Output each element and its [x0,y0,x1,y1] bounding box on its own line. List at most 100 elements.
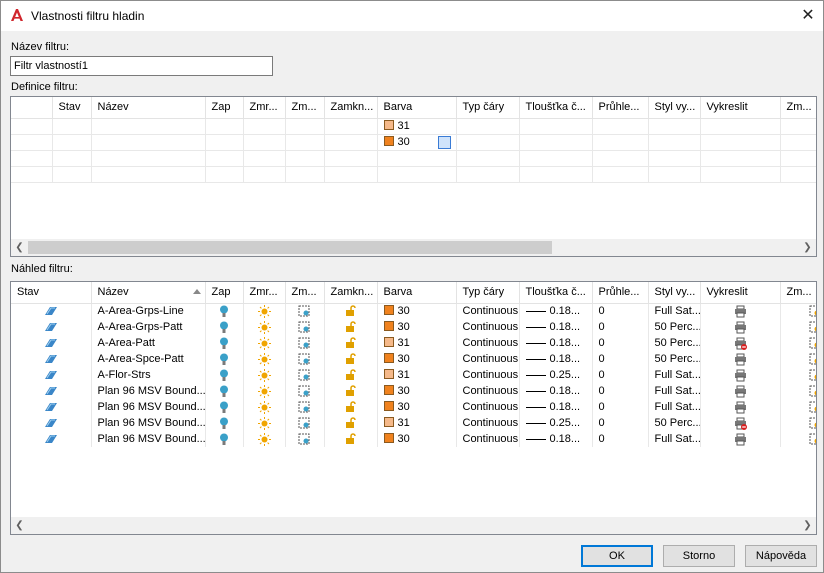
help-button[interactable]: Nápověda [745,545,817,567]
preview-horizontal-scrollbar[interactable]: ❮ ❯ [11,517,816,534]
unlocked-padlock-icon[interactable] [345,433,356,445]
filter-preview-grid[interactable]: Stav Název Zap Zmr... Zm... Zamkn... Barva Typ … [10,281,817,535]
layer-status-icon[interactable] [44,354,57,364]
icon-cell[interactable] [285,319,325,335]
layer-linetype[interactable]: Continuous [456,335,520,351]
sun-thaw-icon[interactable] [257,368,271,382]
icon-cell[interactable] [11,319,92,335]
layer-linetype[interactable]: Continuous [456,431,520,447]
definition-cell[interactable] [324,166,378,183]
definition-column-header[interactable] [11,97,53,119]
preview-column-header[interactable]: Stav [11,282,92,304]
definition-cell[interactable] [11,118,53,135]
layer-transparency[interactable]: 0 [592,431,649,447]
icon-cell[interactable] [205,431,244,447]
layer-lineweight-cell[interactable]: 0.18... [519,335,593,351]
definition-cell[interactable] [285,150,325,167]
layer-transparency[interactable]: 0 [592,367,649,383]
definition-cell[interactable] [780,166,816,183]
layer-linetype[interactable]: Continuous [456,415,520,431]
definition-cell[interactable] [205,166,244,183]
icon-cell[interactable] [243,367,286,383]
sun-thaw-icon[interactable] [257,384,271,398]
icon-cell[interactable] [205,335,244,351]
new-viewport-freeze-icon[interactable] [809,369,817,382]
icon-cell[interactable] [780,415,816,431]
new-viewport-freeze-icon[interactable] [809,401,817,414]
new-viewport-freeze-icon[interactable] [809,321,817,334]
layer-color-cell[interactable]: 31 [377,335,457,351]
icon-cell[interactable] [285,335,325,351]
icon-cell[interactable] [11,303,92,319]
viewport-freeze-icon[interactable] [298,401,311,414]
layer-status-icon[interactable] [44,402,57,412]
definition-cell[interactable] [205,150,244,167]
layer-row[interactable]: Plan 96 MSV Bound... 30 Continuous 0.18... 0… [11,431,816,447]
icon-cell[interactable] [285,351,325,367]
definition-cell[interactable] [519,118,593,135]
lightbulb-on-icon[interactable] [219,321,229,334]
new-viewport-freeze-icon[interactable] [809,353,817,366]
unlocked-padlock-icon[interactable] [345,369,356,381]
layer-lineweight-cell[interactable]: 0.18... [519,431,593,447]
definition-column-header[interactable]: Zm... [780,97,816,119]
layer-lineweight-cell[interactable]: 0.18... [519,351,593,367]
definition-cell[interactable] [205,134,244,151]
layer-lineweight-cell[interactable]: 0.18... [519,303,593,319]
layer-color-cell[interactable]: 30 [377,431,457,447]
icon-cell[interactable] [205,319,244,335]
definition-cell[interactable] [52,150,92,167]
layer-status-icon[interactable] [44,338,57,348]
lightbulb-on-icon[interactable] [219,385,229,398]
printer-icon[interactable] [734,369,747,382]
lightbulb-on-icon[interactable] [219,401,229,414]
filter-name-input[interactable] [10,56,273,76]
scroll-left-icon[interactable]: ❮ [11,517,28,534]
layer-linetype[interactable]: Continuous [456,319,520,335]
icon-cell[interactable] [11,415,92,431]
icon-cell[interactable] [780,399,817,415]
layer-transparency[interactable]: 0 [592,303,649,319]
definition-column-header[interactable]: Průhle... [592,97,649,119]
lightbulb-on-icon[interactable] [219,337,229,350]
layer-status-icon[interactable] [44,370,57,380]
layer-transparency[interactable]: 0 [592,383,649,399]
definition-cell[interactable] [285,134,325,151]
unlocked-padlock-icon[interactable] [345,305,356,317]
definition-cell[interactable] [243,118,286,135]
icon-cell[interactable] [324,415,378,431]
definition-cell[interactable] [700,150,781,167]
lightbulb-on-icon[interactable] [219,305,229,318]
layer-lineweight-cell[interactable]: 0.25... [519,367,593,383]
definition-cell[interactable] [91,166,206,183]
definition-cell[interactable] [456,150,520,167]
filter-definition-grid[interactable]: Stav Název Zap Zmr... Zm... Zamkn... Barva Typ … [10,96,817,257]
preview-column-header[interactable]: Typ čáry [456,282,520,304]
layer-lineweight-cell[interactable]: 0.18... [519,399,593,415]
sun-thaw-icon[interactable] [257,336,271,350]
preview-column-header[interactable]: Průhle... [592,282,649,304]
definition-cell[interactable] [243,134,286,151]
definition-cell[interactable] [205,118,244,135]
layer-color-cell[interactable]: 30 [377,319,457,335]
icon-cell[interactable] [243,383,286,399]
definition-cell[interactable] [11,166,53,183]
definition-row[interactable] [11,150,816,167]
icon-cell[interactable] [243,399,286,415]
icon-cell[interactable] [780,367,817,383]
icon-cell[interactable] [11,351,92,367]
icon-cell[interactable] [780,431,816,447]
printer-icon[interactable] [734,401,747,414]
definition-row[interactable] [11,166,816,183]
printer-icon[interactable] [734,433,747,446]
icon-cell[interactable] [324,399,378,415]
definition-cell[interactable] [700,134,781,151]
icon-cell[interactable] [324,303,378,319]
layer-row[interactable]: A-Area-Spce-Patt 30 Continuous 0.18... 0 50 P… [11,351,817,367]
viewport-freeze-icon[interactable] [298,385,311,398]
definition-cell[interactable] [324,134,378,151]
preview-column-header[interactable]: Vykreslit [700,282,781,304]
printer-noplot-icon[interactable] [734,337,747,350]
preview-column-header[interactable]: Tloušťka č... [519,282,593,304]
icon-cell[interactable] [700,399,781,415]
